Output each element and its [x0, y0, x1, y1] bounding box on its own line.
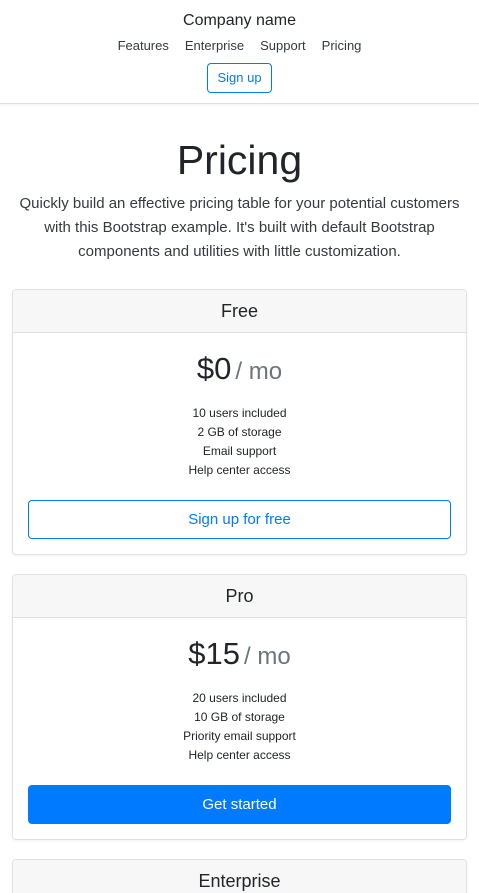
plan-name: Pro — [13, 575, 466, 618]
plan-price: $0/ mo — [28, 349, 451, 392]
plan-card-pro: Pro $15/ mo 20 users included 10 GB of s… — [12, 574, 467, 840]
feature-list: 20 users included 10 GB of storage Prior… — [28, 689, 451, 765]
plan-name: Free — [13, 290, 466, 333]
feature-item: Priority email support — [183, 729, 296, 743]
plan-card-enterprise: Enterprise — [12, 859, 467, 893]
price-amount: $0 — [196, 351, 232, 386]
feature-item: Help center access — [188, 463, 291, 477]
plan-body: $0/ mo 10 users included 2 GB of storage… — [13, 333, 466, 554]
nav-link-pricing[interactable]: Pricing — [322, 38, 362, 54]
nav-link-enterprise[interactable]: Enterprise — [185, 38, 244, 54]
pricing-cards: Free $0/ mo 10 users included 2 GB of st… — [0, 289, 479, 893]
pricing-header: Pricing Quickly build an effective prici… — [0, 136, 479, 264]
page-title: Pricing — [176, 137, 303, 183]
price-unit: / mo — [244, 643, 291, 670]
signup-free-button[interactable]: Sign up for free — [28, 500, 451, 539]
feature-item: Email support — [202, 444, 277, 458]
get-started-button[interactable]: Get started — [28, 785, 451, 824]
brand-name[interactable]: Company name — [183, 11, 296, 31]
signup-button[interactable]: Sign up — [207, 63, 272, 93]
lead-text: Quickly build an effective pricing table… — [19, 195, 460, 260]
feature-item: Help center access — [188, 748, 291, 762]
nav-link-support[interactable]: Support — [260, 38, 306, 54]
price-unit: / mo — [235, 358, 283, 385]
feature-item: 10 users included — [192, 406, 287, 420]
plan-card-free: Free $0/ mo 10 users included 2 GB of st… — [12, 289, 467, 555]
navbar: Company name Features Enterprise Support… — [0, 0, 479, 104]
feature-list: 10 users included 2 GB of storage Email … — [28, 404, 451, 480]
nav-link-features[interactable]: Features — [118, 38, 169, 54]
main-nav: Features Enterprise Support Pricing — [118, 38, 362, 54]
feature-item: 20 users included — [192, 691, 287, 705]
feature-item: 2 GB of storage — [197, 425, 282, 439]
plan-price: $15/ mo — [28, 634, 451, 677]
plan-name: Enterprise — [13, 860, 466, 893]
price-amount: $15 — [188, 636, 241, 671]
plan-body: $15/ mo 20 users included 10 GB of stora… — [13, 618, 466, 839]
feature-item: 10 GB of storage — [194, 710, 285, 724]
